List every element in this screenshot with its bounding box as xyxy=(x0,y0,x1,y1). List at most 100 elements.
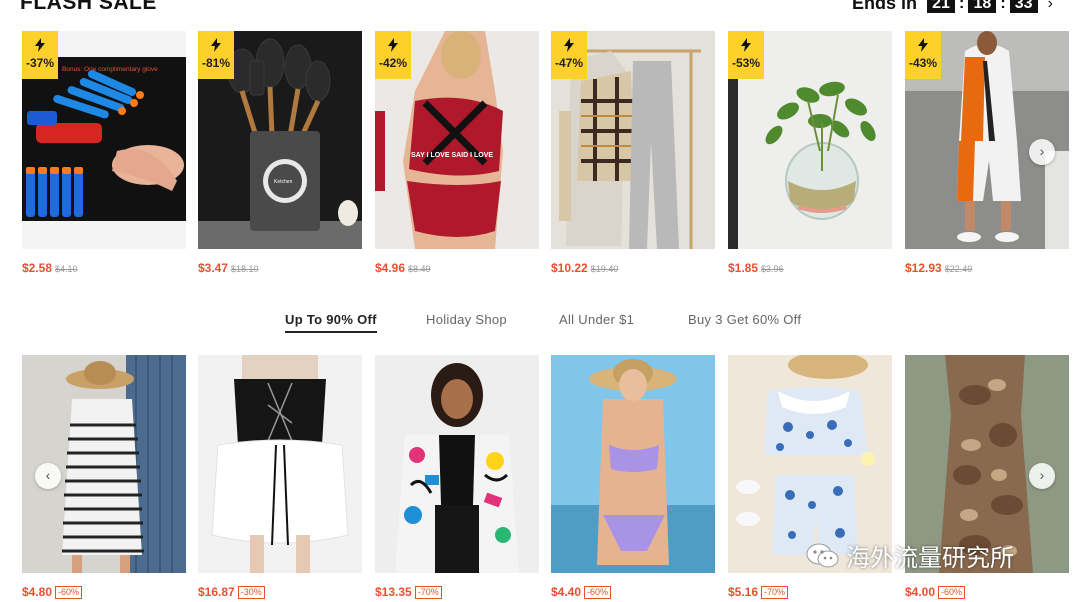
price-row: $16.87 -30% xyxy=(198,583,362,601)
lightning-icon xyxy=(388,38,398,52)
discount-tag: -60% xyxy=(55,586,83,599)
tab-up-to-90-off[interactable]: Up To 90% Off xyxy=(285,312,377,333)
svg-text:Ketchen: Ketchen xyxy=(274,179,293,185)
lightning-icon xyxy=(35,38,45,52)
price-row: $13.35 -70% xyxy=(375,583,539,601)
deal-product-card[interactable]: $16.87 -30% xyxy=(198,355,362,601)
timer-minutes: 18 xyxy=(968,0,997,13)
timer-seconds: 33 xyxy=(1009,0,1038,13)
price-row: $12.93 $22.49 xyxy=(905,259,1069,277)
product-image-mens-shirt-shorts[interactable]: -43% › xyxy=(905,31,1069,249)
flash-product-card[interactable]: -43% › $12.93 $22.49 xyxy=(905,31,1069,277)
product-image-purple-bikini[interactable] xyxy=(551,355,715,573)
sale-price: $16.87 xyxy=(198,585,235,599)
product-image-toy-launcher[interactable]: Bonus: One complimentary glove -37% xyxy=(22,31,186,249)
product-image-wall-plant-vase[interactable]: -53% xyxy=(728,31,892,249)
timer-hours: 21 xyxy=(927,0,956,13)
original-price: $4.10 xyxy=(55,264,78,274)
sale-price: $2.58 xyxy=(22,261,53,275)
watermark: 海外流量研究所 xyxy=(806,538,1014,573)
discount-tag: -60% xyxy=(584,586,612,599)
sale-price: $5.16 xyxy=(728,585,759,599)
sale-price: $4.80 xyxy=(22,585,53,599)
discount-tag: -70% xyxy=(761,586,789,599)
carousel-next-button[interactable]: › xyxy=(1029,463,1055,489)
original-price: $8.49 xyxy=(408,264,431,274)
price-row: $5.16 -70% xyxy=(728,583,892,601)
discount-percent: -81% xyxy=(201,56,230,70)
discount-badge: -43% xyxy=(905,31,941,79)
sale-price: $1.85 xyxy=(728,261,759,275)
flash-sale-header: FLASH SALE Ends in 21 : 18 : 33 › xyxy=(0,0,1080,14)
price-row: $3.47 $18.10 xyxy=(198,259,362,277)
flash-product-card[interactable]: Ketchen -81% $3.47 $18.10 xyxy=(198,31,362,277)
wechat-icon xyxy=(806,543,839,567)
discount-badge: -81% xyxy=(198,31,234,79)
promo-image-text: Bonus: One complimentary glove xyxy=(62,66,158,73)
tab-holiday-shop[interactable]: Holiday Shop xyxy=(426,312,507,327)
deal-product-card[interactable]: ‹ $4.80 -60% xyxy=(22,355,186,601)
sale-price: $13.35 xyxy=(375,585,412,599)
sale-price: $4.96 xyxy=(375,261,406,275)
sale-price: $10.22 xyxy=(551,261,588,275)
view-more-arrow-icon[interactable]: › xyxy=(1048,0,1053,13)
deal-product-card[interactable]: $13.35 -70% xyxy=(375,355,539,601)
discount-percent: -37% xyxy=(25,56,54,70)
original-price: $18.10 xyxy=(231,264,259,274)
discount-percent: -53% xyxy=(731,56,760,70)
product-image-corset-skirt[interactable] xyxy=(198,355,362,573)
flash-product-card[interactable]: SAY I LOVE SAID I LOVE -42% $4.96 $8.49 xyxy=(375,31,539,277)
discount-badge: -53% xyxy=(728,31,764,79)
price-row: $4.40 -60% xyxy=(551,583,715,601)
discount-badge: -47% xyxy=(551,31,587,79)
original-price: $3.96 xyxy=(761,264,784,274)
discount-percent: -47% xyxy=(554,56,583,70)
discount-percent: -42% xyxy=(378,56,407,70)
lightning-icon xyxy=(211,38,221,52)
discount-tag: -30% xyxy=(237,586,265,599)
lightning-icon xyxy=(918,38,928,52)
product-image-kids-hoodie-set[interactable]: -47% xyxy=(551,31,715,249)
chevron-right-icon: › xyxy=(1039,143,1045,159)
price-row: $2.58 $4.10 xyxy=(22,259,186,277)
ends-in-label: Ends in xyxy=(852,0,918,13)
tab-all-under-1[interactable]: All Under $1 xyxy=(559,312,634,327)
product-image-utensil-set[interactable]: Ketchen -81% xyxy=(198,31,362,249)
original-price: $19.40 xyxy=(590,264,619,274)
product-image-printed-blazer[interactable] xyxy=(375,355,539,573)
flash-product-card[interactable]: -47% $10.22 $19.40 xyxy=(551,31,715,277)
flash-product-card[interactable]: -53% $1.85 $3.96 xyxy=(728,31,892,277)
carousel-next-button[interactable]: › xyxy=(1029,139,1055,165)
sale-price: $12.93 xyxy=(905,261,942,275)
price-row: $4.96 $8.49 xyxy=(375,259,539,277)
product-image-striped-dress[interactable]: ‹ xyxy=(22,355,186,573)
lightning-icon xyxy=(741,38,751,52)
chevron-right-icon: › xyxy=(1039,467,1045,483)
discount-badge: -42% xyxy=(375,31,411,79)
sale-price: $4.00 xyxy=(905,585,936,599)
swimsuit-print-text: SAY I LOVE SAID I LOVE xyxy=(411,152,493,159)
carousel-prev-button[interactable]: ‹ xyxy=(35,463,61,489)
lightning-icon xyxy=(564,38,574,52)
tab-buy-3-get-60-off[interactable]: Buy 3 Get 60% Off xyxy=(688,312,801,327)
flash-product-card[interactable]: Bonus: One complimentary glove -37% $2.5… xyxy=(22,31,186,277)
timer-separator: : xyxy=(959,0,965,12)
flash-sale-title: FLASH SALE xyxy=(20,0,157,14)
price-row: $4.00 -60% xyxy=(905,583,1069,601)
price-row: $4.80 -60% xyxy=(22,583,186,601)
countdown-timer: Ends in 21 : 18 : 33 › xyxy=(852,0,1053,14)
category-tabs: Up To 90% Off Holiday Shop All Under $1 … xyxy=(0,312,1080,336)
discount-badge: -37% xyxy=(22,31,58,79)
product-image-red-swimsuit[interactable]: SAY I LOVE SAID I LOVE -42% xyxy=(375,31,539,249)
price-row: $1.85 $3.96 xyxy=(728,259,892,277)
sale-price: $4.40 xyxy=(551,585,582,599)
discount-tag: -70% xyxy=(414,586,442,599)
original-price: $22.49 xyxy=(944,264,973,274)
chevron-left-icon: ‹ xyxy=(45,467,51,483)
watermark-text: 海外流量研究所 xyxy=(846,545,1014,572)
sale-price: $3.47 xyxy=(198,261,229,275)
price-row: $10.22 $19.40 xyxy=(551,259,715,277)
discount-percent: -43% xyxy=(908,56,937,70)
deal-product-card[interactable]: $4.40 -60% xyxy=(551,355,715,601)
discount-tag: -60% xyxy=(938,586,966,599)
